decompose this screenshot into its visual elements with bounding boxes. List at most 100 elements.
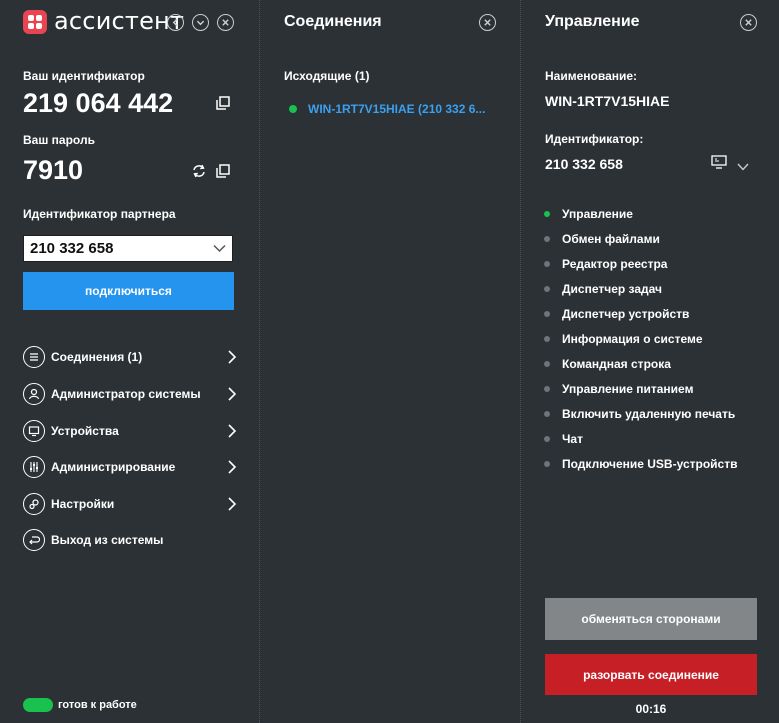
left-panel: ассистент Ваш идентификатор 219 064 442 … bbox=[0, 0, 259, 723]
chevron-right-icon bbox=[228, 460, 237, 474]
nav-item-devices[interactable]: Устройства bbox=[23, 419, 238, 443]
chevron-left-icon bbox=[172, 18, 178, 27]
feature-dot bbox=[544, 460, 550, 467]
chevron-down-icon bbox=[196, 20, 205, 26]
nav-item-label: Выход из системы bbox=[51, 533, 164, 547]
copy-icon bbox=[216, 96, 230, 110]
identifier-dropdown[interactable] bbox=[737, 158, 749, 176]
outgoing-label: Исходящие (1) bbox=[284, 69, 370, 83]
feature-item-system-info[interactable]: Информация о системе bbox=[544, 326, 737, 351]
feature-item-device-manager[interactable]: Диспетчер устройств bbox=[544, 301, 737, 326]
refresh-icon bbox=[193, 164, 205, 178]
feature-label: Чат bbox=[562, 431, 583, 446]
chevron-right-icon bbox=[228, 350, 237, 364]
connection-link[interactable]: WIN-1RT7V15HIAE (210 332 6... bbox=[308, 102, 485, 116]
feature-dot bbox=[544, 385, 550, 392]
feature-dot bbox=[544, 410, 550, 417]
app-title: ассистент bbox=[54, 7, 185, 35]
feature-label: Включить удаленную печать bbox=[562, 406, 736, 421]
nav-item-label: Соединения (1) bbox=[51, 350, 143, 364]
close-control-button[interactable] bbox=[740, 14, 757, 31]
nav-item-label: Устройства bbox=[51, 424, 119, 438]
nav-item-settings[interactable]: Настройки bbox=[23, 492, 238, 516]
partner-id-value: 210 332 658 bbox=[30, 240, 114, 257]
close-icon bbox=[745, 19, 752, 26]
partner-id-label: Идентификатор партнера bbox=[23, 207, 176, 221]
nav-item-connections[interactable]: Соединения (1) bbox=[23, 345, 238, 369]
connection-item[interactable]: WIN-1RT7V15HIAE (210 332 6... bbox=[289, 102, 485, 116]
feature-dot bbox=[544, 310, 550, 317]
feature-list: Управление Обмен файлами Редактор реестр… bbox=[544, 201, 737, 476]
feature-label: Подключение USB-устройств bbox=[562, 456, 738, 471]
chevron-right-icon bbox=[228, 497, 237, 511]
your-id-label: Ваш идентификатор bbox=[23, 69, 145, 83]
feature-label: Обмен файлами bbox=[562, 231, 660, 246]
feature-item-file-transfer[interactable]: Обмен файлами bbox=[544, 226, 737, 251]
feature-item-registry-editor[interactable]: Редактор реестра bbox=[544, 251, 737, 276]
nav-item-label: Настройки bbox=[51, 497, 115, 511]
feature-item-power-management[interactable]: Управление питанием bbox=[544, 376, 737, 401]
feature-item-chat[interactable]: Чат bbox=[544, 426, 737, 451]
identifier-value: 210 332 658 bbox=[545, 156, 623, 172]
feature-dot bbox=[544, 210, 550, 217]
feature-item-remote-printing[interactable]: Включить удаленную печать bbox=[544, 401, 737, 426]
chevron-down-icon[interactable] bbox=[213, 244, 226, 253]
chevron-down-icon bbox=[737, 163, 749, 171]
nav-item-logout[interactable]: Выход из системы bbox=[23, 528, 238, 552]
connections-title: Соединения bbox=[284, 13, 382, 30]
feature-dot bbox=[544, 235, 550, 242]
feature-label: Диспетчер устройств bbox=[562, 306, 690, 321]
disconnect-button[interactable]: разорвать соединение bbox=[545, 654, 757, 695]
status-text: готов к работе bbox=[58, 699, 137, 711]
session-timer: 00:16 bbox=[635, 702, 667, 716]
password-value: 7910 bbox=[23, 155, 84, 185]
app-logo-icon bbox=[23, 10, 47, 34]
user-icon bbox=[23, 383, 45, 405]
feature-item-control[interactable]: Управление bbox=[544, 201, 737, 226]
copy-icon bbox=[216, 164, 230, 178]
password-label: Ваш пароль bbox=[23, 133, 95, 147]
feature-label: Управление питанием bbox=[562, 381, 694, 396]
copy-password-button[interactable] bbox=[216, 164, 230, 183]
nav-item-system-admin[interactable]: Администратор системы bbox=[23, 382, 238, 406]
swap-sides-button[interactable]: обменяться сторонами bbox=[545, 598, 757, 640]
your-id-value: 219 064 442 bbox=[23, 88, 174, 118]
nav-item-administration[interactable]: Администрирование bbox=[23, 455, 238, 479]
feature-dot bbox=[544, 285, 550, 292]
online-status-dot bbox=[289, 105, 297, 113]
logout-icon bbox=[23, 529, 45, 551]
control-panel: Управление Наименование: WIN-1RT7V15HIAE… bbox=[520, 0, 779, 723]
feature-label: Управление bbox=[562, 206, 633, 221]
connections-panel: Соединения Исходящие (1) WIN-1RT7V15HIAE… bbox=[259, 0, 520, 723]
connect-button[interactable]: подключиться bbox=[23, 272, 234, 310]
feature-label: Редактор реестра bbox=[562, 256, 668, 271]
feature-dot bbox=[544, 335, 550, 342]
gears-icon bbox=[23, 493, 45, 515]
close-icon bbox=[484, 19, 491, 26]
name-label: Наименование: bbox=[545, 69, 638, 83]
close-button[interactable] bbox=[217, 14, 234, 31]
screen-mode-button[interactable] bbox=[711, 155, 727, 174]
sliders-icon bbox=[23, 456, 45, 478]
name-value: WIN-1RT7V15HIAE bbox=[545, 93, 670, 109]
partner-id-input[interactable]: 210 332 658 bbox=[23, 235, 233, 262]
back-button[interactable] bbox=[167, 14, 184, 31]
copy-id-button[interactable] bbox=[216, 96, 230, 115]
identifier-label: Идентификатор: bbox=[545, 132, 644, 146]
feature-item-command-line[interactable]: Командная строка bbox=[544, 351, 737, 376]
monitor-icon bbox=[711, 155, 727, 169]
monitor-icon bbox=[23, 420, 45, 442]
feature-dot bbox=[544, 360, 550, 367]
close-connections-button[interactable] bbox=[479, 14, 496, 31]
feature-item-usb-devices[interactable]: Подключение USB-устройств bbox=[544, 451, 737, 476]
feature-label: Информация о системе bbox=[562, 331, 703, 346]
chevron-right-icon bbox=[228, 424, 237, 438]
chevron-right-icon bbox=[228, 387, 237, 401]
nav-item-label: Администрирование bbox=[51, 460, 176, 474]
feature-label: Диспетчер задач bbox=[562, 281, 662, 296]
list-icon bbox=[23, 346, 45, 368]
feature-item-task-manager[interactable]: Диспетчер задач bbox=[544, 276, 737, 301]
refresh-password-button[interactable] bbox=[191, 164, 207, 183]
minimize-button[interactable] bbox=[192, 14, 209, 31]
feature-label: Командная строка bbox=[562, 356, 671, 371]
